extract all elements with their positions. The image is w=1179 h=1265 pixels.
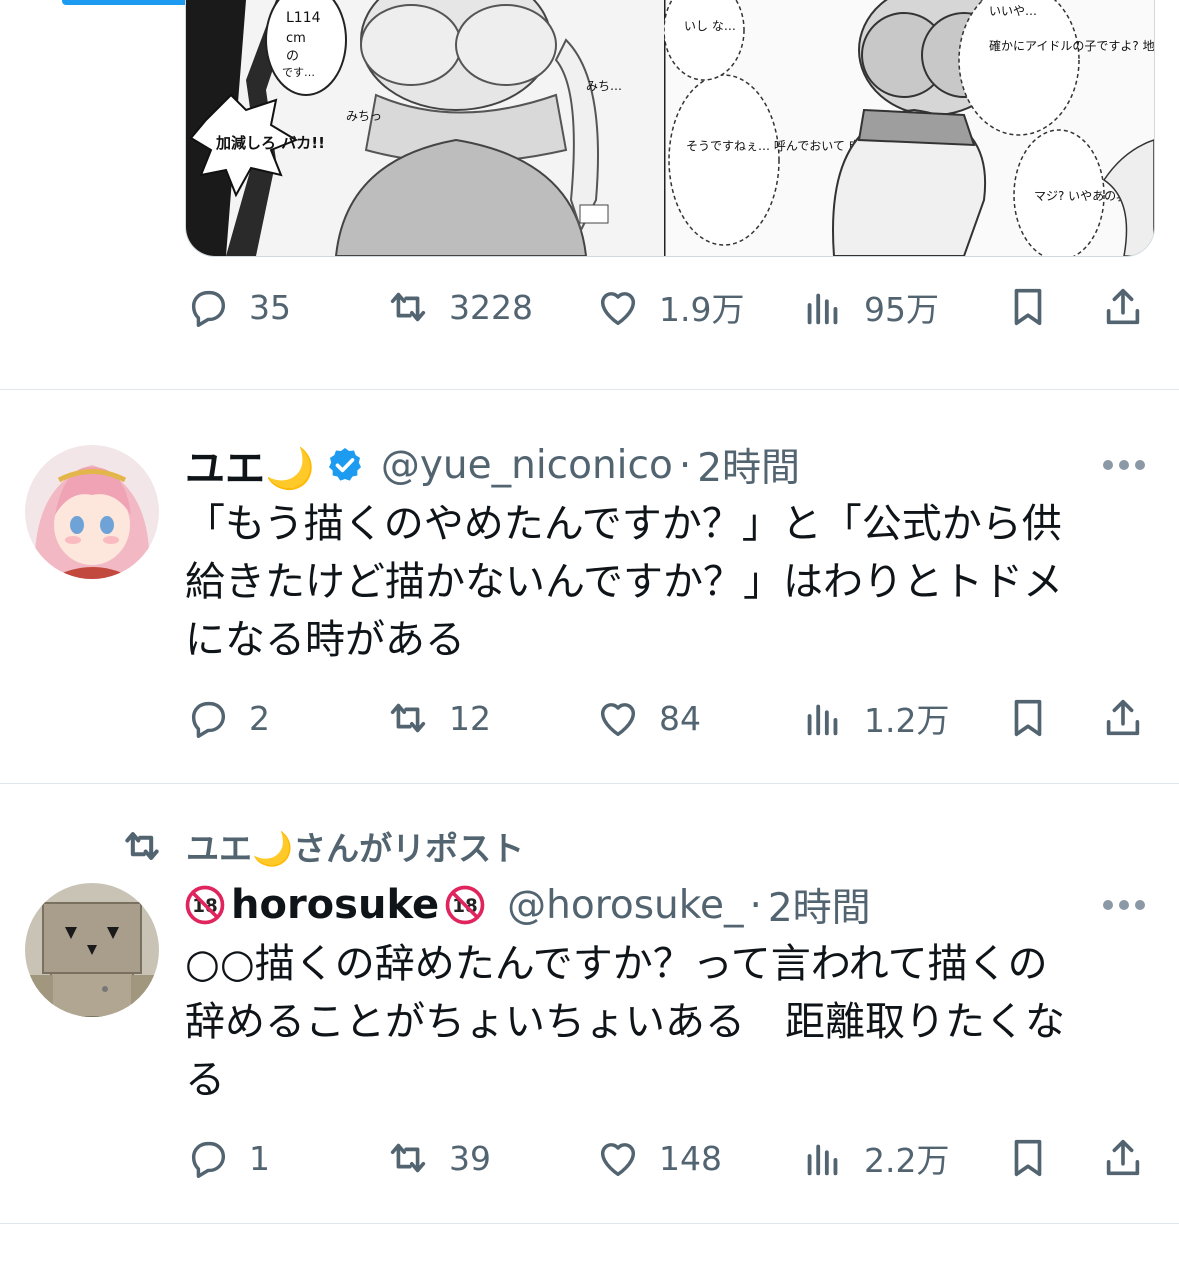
views-button[interactable]: 1.2万 (800, 696, 949, 740)
repost-context[interactable]: ユエ🌙さんがリポスト (120, 823, 524, 869)
display-name[interactable]: ユエ🌙 (185, 436, 315, 494)
views-button[interactable]: 95万 (800, 285, 939, 329)
repost-button[interactable]: 3228 (385, 285, 533, 329)
share-button[interactable] (1100, 1136, 1146, 1180)
reply-count: 1 (249, 1138, 270, 1178)
tweet-media-image[interactable]: L114 cm の です… 加減しろ バカ!! みち… みちっ そうですねぇ… … (185, 0, 1155, 257)
share-icon (1106, 1139, 1140, 1176)
user-handle[interactable]: @horosuke_ (507, 883, 743, 928)
like-button[interactable]: 84 (595, 696, 701, 740)
repost-count: 39 (449, 1138, 491, 1178)
like-button[interactable]: 1.9万 (595, 285, 744, 329)
views-button[interactable]: 2.2万 (800, 1136, 949, 1180)
svg-text:みちっ: みちっ (346, 109, 382, 123)
repost-button[interactable]: 39 (385, 1136, 491, 1180)
tweet3-action-bar: 1 39 148 2.2万 (185, 1136, 1145, 1180)
share-icon (1106, 288, 1140, 325)
repost-icon (390, 1143, 426, 1173)
avatar[interactable] (25, 883, 159, 1017)
svg-text:cm: cm (286, 31, 306, 46)
repost-context-label: ユエ🌙さんがリポスト (186, 829, 525, 868)
reply-icon (191, 290, 226, 327)
analytics-icon (807, 1144, 838, 1176)
svg-text:の: の (286, 49, 299, 64)
reply-button[interactable]: 2 (185, 696, 270, 740)
svg-text:です…: です… (282, 66, 315, 79)
manga-panel-right: そうですねぇ… 呼んでおいて 申し訳ないですけど… いし な… 確かにアイドルの… (664, 0, 1154, 256)
more-options-button[interactable] (1103, 459, 1145, 471)
avatar[interactable] (25, 445, 159, 579)
share-button[interactable] (1100, 285, 1146, 329)
tweet-separator (0, 783, 1179, 784)
more-icon (1103, 900, 1113, 910)
display-name[interactable]: horosuke (231, 882, 439, 928)
avatar-image (25, 883, 159, 1017)
like-count: 84 (659, 698, 701, 738)
tweet2-action-bar: 2 12 84 1.2万 (185, 696, 1145, 740)
repost-icon (390, 292, 426, 322)
svg-text:みち…: みち… (586, 79, 622, 93)
separator-dot: · (678, 442, 692, 488)
repost-icon (390, 703, 426, 733)
heart-icon (600, 703, 636, 737)
reply-button[interactable]: 35 (185, 285, 291, 329)
heart-icon (600, 292, 636, 326)
tweet-header: ユエ🌙 @yue_niconico · 2時間 (185, 437, 800, 493)
tweet-header: 18 horosuke 18 @horosuke_ · 2時間 (185, 877, 871, 933)
avatar-image (25, 445, 159, 579)
reply-button[interactable]: 1 (185, 1136, 270, 1180)
manga-panel-left: L114 cm の です… 加減しろ バカ!! みち… みちっ (186, 0, 664, 256)
svg-text:いし な…: いし な… (684, 19, 736, 33)
timestamp[interactable]: 2時間 (697, 437, 800, 493)
no-under-18-icon: 18 (185, 885, 225, 925)
bookmark-button[interactable] (1005, 1136, 1051, 1180)
reply-icon (191, 701, 226, 738)
verified-badge-icon (328, 448, 361, 481)
bookmark-icon (1014, 699, 1042, 737)
bookmark-icon (1014, 1139, 1042, 1177)
tweet-separator (0, 389, 1179, 390)
views-count: 2.2万 (864, 1141, 950, 1180)
like-count: 148 (659, 1138, 722, 1178)
like-button[interactable]: 148 (595, 1136, 722, 1180)
tweet-separator (0, 1223, 1179, 1224)
svg-text:加減しろ バカ!!: 加減しろ バカ!! (215, 134, 325, 152)
svg-text:いいや…: いいや… (989, 4, 1037, 18)
repost-count: 3228 (449, 287, 533, 327)
reply-count: 35 (249, 287, 291, 327)
share-button[interactable] (1100, 696, 1146, 740)
no-under-18-icon: 18 (445, 885, 485, 925)
bookmark-icon (1014, 288, 1042, 326)
separator-dot: · (749, 882, 762, 928)
share-icon (1106, 699, 1140, 736)
bookmark-button[interactable] (1005, 285, 1051, 329)
tweet-text: 「もう描くのやめたんですか？」と「公式から供 給きたけど描かないんですか？」はわ… (185, 501, 1063, 663)
analytics-icon (807, 293, 838, 325)
repost-count: 12 (449, 698, 491, 738)
reply-count: 2 (249, 698, 270, 738)
like-count: 1.9万 (659, 290, 745, 329)
tweet1-action-bar: 35 3228 1.9万 95万 (185, 285, 1145, 329)
svg-text:L114: L114 (286, 10, 321, 26)
tweet-text: ○○描くの辞めたんですか？って言われて描くの 辞めることがちょいちょいある 距離… (185, 941, 1065, 1103)
views-count: 1.2万 (864, 701, 950, 740)
heart-icon (600, 1143, 636, 1177)
analytics-icon (807, 704, 838, 736)
reply-icon (191, 1141, 226, 1178)
timestamp[interactable]: 2時間 (768, 877, 871, 933)
bookmark-button[interactable] (1005, 696, 1051, 740)
repost-icon (125, 832, 159, 860)
svg-text:確かにアイドルの子ですよ? 地下寄りですけど…: 確かにアイドルの子ですよ? 地下寄りですけど… (989, 38, 1154, 53)
more-icon (1103, 460, 1113, 470)
views-count: 95万 (864, 290, 939, 329)
repost-button[interactable]: 12 (385, 696, 491, 740)
user-handle[interactable]: @yue_niconico (381, 443, 673, 488)
more-options-button[interactable] (1103, 899, 1145, 911)
